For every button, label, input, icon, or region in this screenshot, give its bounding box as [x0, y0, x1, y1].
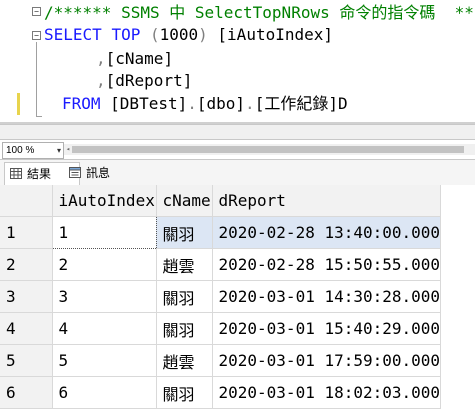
- row-number[interactable]: 5: [0, 344, 53, 377]
- keyword-from: FROM: [62, 94, 101, 113]
- cell-dreport[interactable]: 2020-02-28 15:50:55.000: [212, 248, 442, 281]
- row-number[interactable]: 4: [0, 312, 53, 345]
- row-number[interactable]: 2: [0, 248, 53, 281]
- comma: ,: [96, 49, 106, 68]
- cell-iautoindex[interactable]: 3: [52, 280, 157, 313]
- cell-iautoindex[interactable]: 2: [52, 248, 157, 281]
- cell-iautoindex[interactable]: 6: [52, 376, 157, 409]
- alias-d: D: [337, 94, 348, 113]
- horizontal-scrollbar[interactable]: ◂: [64, 144, 475, 155]
- keyword-top: TOP: [111, 25, 141, 44]
- row-number[interactable]: 6: [0, 376, 53, 409]
- editor-margin: [0, 0, 30, 124]
- table-row[interactable]: 1 1 關羽 2020-02-28 13:40:00.000: [0, 216, 442, 249]
- fold-guide-line: [36, 42, 37, 116]
- code-line-select: SELECT TOP (1000) [iAutoIndex]: [44, 24, 333, 46]
- cell-cname[interactable]: 趙雲: [156, 248, 213, 281]
- column-header-cname[interactable]: cName: [156, 185, 213, 217]
- row-number[interactable]: 3: [0, 280, 53, 313]
- code-comment-line: /****** SSMS 中 SelectTopNRows 命令的指令碼 ***…: [44, 3, 475, 22]
- code-line-from: FROM [DBTest].[dbo].[工作紀錄]D: [62, 93, 348, 115]
- cell-iautoindex[interactable]: 1: [51, 216, 157, 249]
- dot: .: [187, 94, 197, 113]
- scrollbar-thumb[interactable]: [72, 146, 464, 153]
- table-name: [工作紀錄]: [254, 94, 338, 113]
- cell-cname[interactable]: 關羽: [156, 280, 213, 313]
- cell-dreport[interactable]: 2020-03-01 15:40:29.000: [212, 312, 442, 345]
- collapse-comment-icon[interactable]: −: [32, 7, 41, 16]
- cell-cname[interactable]: 關羽: [156, 376, 213, 409]
- query-editor[interactable]: − − /****** SSMS 中 SelectTopNRows 命令的指令碼…: [0, 0, 475, 124]
- cell-cname[interactable]: 關羽: [156, 312, 213, 345]
- tab-results-label: 結果: [27, 167, 52, 181]
- cell-dreport[interactable]: 2020-02-28 13:40:00.000: [212, 216, 442, 249]
- keyword-select: SELECT: [44, 25, 102, 44]
- database-name: [DBTest]: [100, 94, 188, 113]
- grid-icon: [10, 168, 22, 179]
- comma: ,: [96, 71, 106, 90]
- splitter-bar[interactable]: [0, 124, 475, 140]
- messages-icon: [69, 167, 81, 178]
- cell-dreport[interactable]: 2020-03-01 17:59:00.000: [212, 344, 442, 377]
- results-tab-strip: 結果 訊息: [0, 159, 475, 186]
- row-number[interactable]: 1: [0, 216, 53, 249]
- column-dreport: [dReport]: [105, 71, 193, 90]
- zoom-value: 100 %: [6, 145, 35, 156]
- table-row[interactable]: 2 2 趙雲 2020-02-28 15:50:55.000: [0, 248, 442, 281]
- fold-guide-end: [36, 116, 42, 117]
- table-row[interactable]: 3 3 關羽 2020-03-01 14:30:28.000: [0, 280, 442, 313]
- results-table: iAutoIndex cName dReport 1 1 關羽 2020-02-…: [0, 185, 442, 409]
- column-header-dreport[interactable]: dReport: [212, 185, 442, 217]
- scroll-left-icon[interactable]: ◂: [64, 144, 72, 155]
- column-header-iautoindex[interactable]: iAutoIndex: [52, 185, 157, 217]
- column-cname: [cName]: [105, 49, 174, 68]
- collapse-select-icon[interactable]: −: [32, 31, 41, 40]
- top-count: 1000: [159, 25, 199, 44]
- table-row[interactable]: 5 5 趙雲 2020-03-01 17:59:00.000: [0, 344, 442, 377]
- paren-open: (: [140, 25, 160, 44]
- dot: .: [245, 94, 255, 113]
- tab-messages-label: 訊息: [86, 166, 111, 180]
- cell-cname[interactable]: 關羽: [156, 216, 213, 249]
- cell-dreport[interactable]: 2020-03-01 18:02:03.000: [212, 376, 442, 409]
- cell-iautoindex[interactable]: 4: [52, 312, 157, 345]
- column-iautoindex: [iAutoIndex]: [207, 25, 334, 44]
- table-row[interactable]: 4 4 關羽 2020-03-01 15:40:29.000: [0, 312, 442, 345]
- cell-cname[interactable]: 趙雲: [156, 344, 213, 377]
- code-line-dreport: ,[dReport]: [96, 70, 192, 92]
- results-grid[interactable]: iAutoIndex cName dReport 1 1 關羽 2020-02-…: [0, 185, 475, 409]
- tab-messages[interactable]: 訊息: [64, 162, 136, 184]
- schema-name: [dbo]: [196, 94, 246, 113]
- change-tracking-bar: [17, 93, 20, 115]
- cell-iautoindex[interactable]: 5: [52, 344, 157, 377]
- paren-close: ): [198, 25, 208, 44]
- cell-dreport[interactable]: 2020-03-01 14:30:28.000: [212, 280, 442, 313]
- corner-header[interactable]: [0, 185, 53, 217]
- chevron-down-icon: ▾: [56, 146, 61, 155]
- code-line-cname: ,[cName]: [96, 48, 173, 70]
- table-row[interactable]: 6 6 關羽 2020-03-01 18:02:03.000: [0, 376, 442, 409]
- zoom-select[interactable]: 100 % ▾: [2, 142, 64, 159]
